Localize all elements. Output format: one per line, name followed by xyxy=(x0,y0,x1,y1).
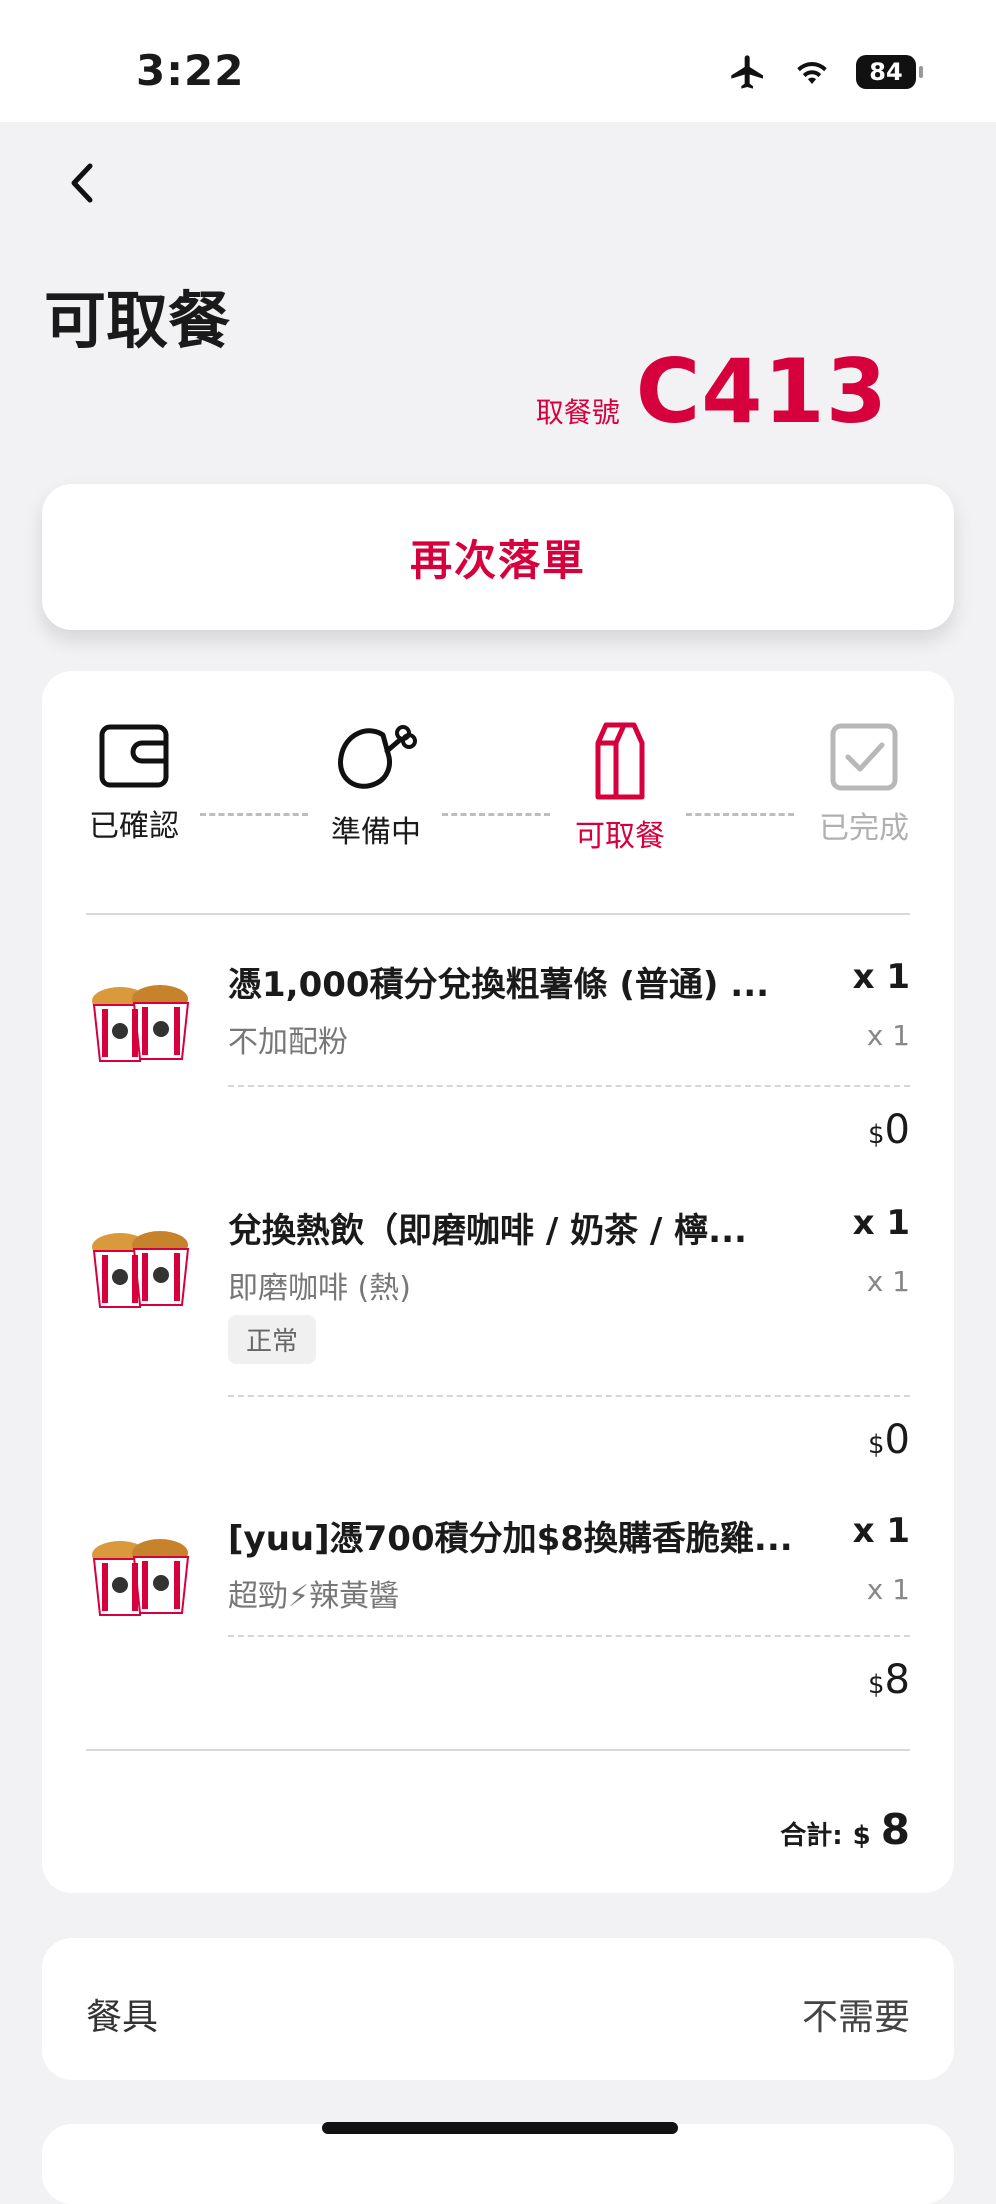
total-label: 合計: xyxy=(780,1821,843,1851)
item-name: 兌換熱飲（即磨咖啡 / 奶茶 / 檸... xyxy=(228,1211,747,1251)
step-label: 準備中 xyxy=(331,815,421,850)
item-option: 即磨咖啡 (熱) xyxy=(228,1271,411,1306)
pickup-number-block: 取餐號 C413 xyxy=(536,340,888,443)
battery-icon: 84 xyxy=(856,55,923,89)
utensils-value: 不需要 xyxy=(801,1997,910,2038)
price-value: 0 xyxy=(884,1417,910,1463)
option-tag: 正常 xyxy=(228,1315,317,1364)
total-value: 8 xyxy=(880,1805,910,1854)
reorder-button[interactable]: 再次落單 xyxy=(42,484,954,630)
step-completed: 已完成 xyxy=(794,721,934,847)
item-option-quantity: x 1 xyxy=(866,1019,910,1052)
currency-symbol: $ xyxy=(868,1430,885,1460)
step-connector xyxy=(442,813,550,816)
step-label: 已確認 xyxy=(89,809,179,844)
chicken-bucket-image xyxy=(92,1539,190,1616)
chicken-bucket-image xyxy=(92,1231,190,1308)
item-option-quantity: x 1 xyxy=(866,1573,910,1606)
currency-symbol: $ xyxy=(868,1120,885,1150)
price-value: 0 xyxy=(884,1107,910,1153)
pickup-number-label: 取餐號 xyxy=(535,396,620,429)
page-title: 可取餐 xyxy=(44,284,231,357)
reorder-button-label: 再次落單 xyxy=(409,535,586,585)
next-section-card xyxy=(42,2124,954,2204)
order-progress: 已確認 準備中 可取餐 已完成 xyxy=(42,721,954,854)
item-divider xyxy=(228,1635,910,1637)
pickup-number: C413 xyxy=(635,340,888,443)
item-price: $0 xyxy=(868,1417,910,1463)
wifi-icon xyxy=(797,62,827,84)
checkbox-icon xyxy=(830,723,898,791)
item-option: 不加配粉 xyxy=(228,1025,348,1060)
nav-bar xyxy=(0,122,996,242)
currency-symbol: $ xyxy=(868,1670,885,1700)
item-name: [yuu]憑700積分加$8換購香脆雞... xyxy=(228,1519,793,1559)
item-divider xyxy=(228,1085,910,1087)
item-divider xyxy=(228,1395,910,1397)
step-preparing: 準備中 xyxy=(306,721,446,851)
step-label: 可取餐 xyxy=(575,819,665,854)
price-value: 8 xyxy=(884,1657,910,1703)
takeaway-bag-icon xyxy=(595,722,645,800)
item-price: $8 xyxy=(868,1657,910,1703)
divider xyxy=(86,1749,910,1751)
utensils-label: 餐具 xyxy=(86,1997,159,2038)
airplane-mode-icon xyxy=(731,55,763,89)
chicken-bucket-image xyxy=(92,985,190,1062)
item-price: $0 xyxy=(868,1107,910,1153)
status-icons: 84 xyxy=(728,52,923,92)
item-quantity: x 1 xyxy=(852,1203,910,1243)
status-time: 3:22 xyxy=(136,46,245,95)
step-connector xyxy=(200,813,308,816)
home-indicator xyxy=(322,2122,678,2134)
step-connector xyxy=(686,813,794,816)
utensils-row[interactable]: 餐具 不需要 xyxy=(42,1938,954,2080)
item-option-quantity: x 1 xyxy=(866,1265,910,1298)
step-confirmed: 已確認 xyxy=(64,721,204,845)
step-label: 已完成 xyxy=(819,811,909,846)
item-name: 憑1,000積分兌換粗薯條 (普通) ... xyxy=(228,965,770,1005)
item-option: 超勁⚡辣黃醬 xyxy=(228,1579,400,1614)
order-total: 合計: $ 8 xyxy=(780,1805,910,1854)
total-currency: $ xyxy=(852,1821,871,1851)
item-quantity: x 1 xyxy=(852,957,910,997)
order-card: 已確認 準備中 可取餐 已完成 憑1,000積分兌換粗薯條 (普通) ... x… xyxy=(42,671,954,1893)
wallet-icon xyxy=(99,724,169,788)
back-chevron-icon[interactable] xyxy=(62,158,102,208)
item-quantity: x 1 xyxy=(852,1511,910,1551)
battery-level: 84 xyxy=(869,58,903,86)
chicken-drumstick-icon xyxy=(338,725,417,789)
step-ready-for-pickup: 可取餐 xyxy=(550,721,690,855)
divider xyxy=(86,913,910,915)
status-bar: 3:22 84 xyxy=(0,0,996,122)
